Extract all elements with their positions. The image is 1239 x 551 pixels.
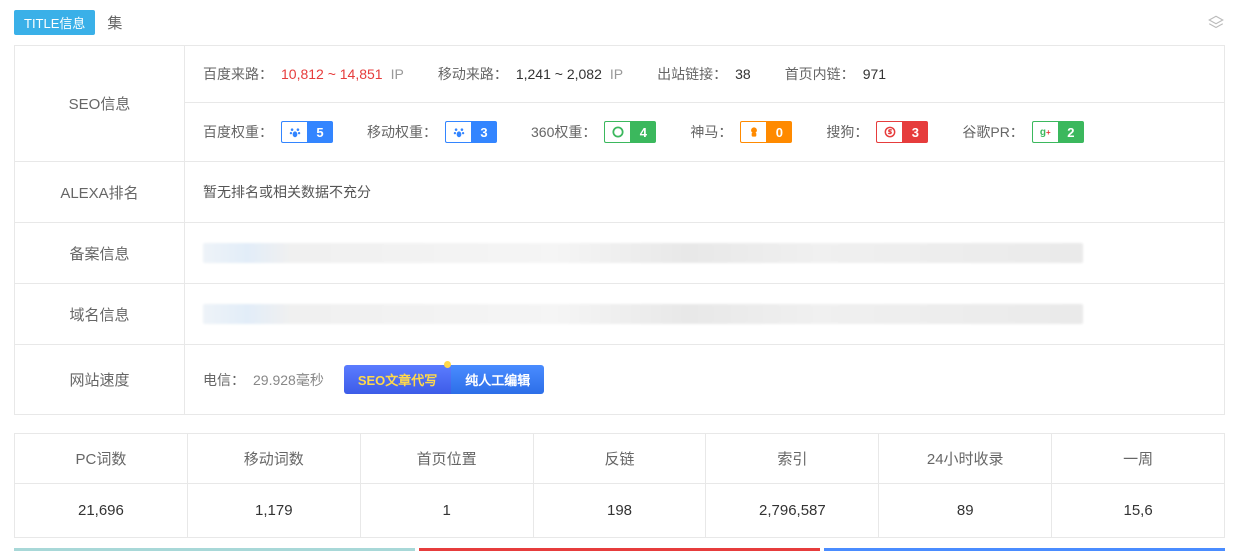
filing-row: 备案信息 [14,223,1225,284]
mobile-source: 移动来路： 1,241 ~ 2,082 IP [438,64,623,84]
google-icon: g+ [1032,121,1058,143]
stats-value: 89 [879,484,1051,537]
alexa-label: ALEXA排名 [15,162,185,222]
domain-redacted [203,304,1083,324]
stats-col[interactable]: 一周15,6 [1052,433,1225,538]
title-suffix: 集 [107,12,122,33]
seo-traffic-row: 百度来路： 10,812 ~ 14,851 IP 移动来路： 1,241 ~ 2… [185,46,1224,103]
speed-value: 电信： 29.928毫秒 [203,370,324,390]
seo-promo-banner[interactable]: SEO文章代写 纯人工编辑 [344,365,544,394]
shenma-rank-badge[interactable]: 0 [740,121,792,143]
stats-head: 一周 [1052,434,1224,484]
360-rank-badge[interactable]: 4 [604,121,656,143]
info-table: SEO信息 百度来路： 10,812 ~ 14,851 IP 移动来路： 1,2… [14,45,1225,415]
stats-head: 首页位置 [361,434,533,484]
google-pr: 谷歌PR： g+ 2 [962,121,1083,143]
speed-row: 网站速度 电信： 29.928毫秒 SEO文章代写 纯人工编辑 [14,345,1225,415]
sogou-icon [876,121,902,143]
title-bar: TITLE信息 集 [0,0,1239,45]
domain-label: 域名信息 [15,284,185,344]
seo-weight-row: 百度权重： 5 移动权重： 3 360权重： [185,103,1224,161]
banner-dot-icon [444,361,451,368]
mobile-paw-icon [445,121,471,143]
stats-value: 1,179 [188,484,360,537]
stats-head: 24小时收录 [879,434,1051,484]
mobile-weight: 移动权重： 3 [367,121,497,143]
filing-label: 备案信息 [15,223,185,283]
stats-value: 15,6 [1052,484,1224,537]
stats-head: 移动词数 [188,434,360,484]
stats-col[interactable]: 24小时收录89 [879,433,1052,538]
360-icon [604,121,630,143]
shenma-icon [740,121,766,143]
stats-value: 1 [361,484,533,537]
seo-label: SEO信息 [15,46,185,161]
outbound-links: 出站链接： 38 [657,64,751,84]
stats-table: PC词数21,696移动词数1,179首页位置1反链198索引2,796,587… [14,433,1225,538]
stats-col[interactable]: PC词数21,696 [14,433,188,538]
layers-icon [1207,14,1225,32]
title-badge: TITLE信息 [14,10,95,35]
stats-value: 21,696 [15,484,187,537]
stats-col[interactable]: 索引2,796,587 [706,433,879,538]
mobile-rank-badge[interactable]: 3 [445,121,497,143]
speed-label: 网站速度 [15,345,185,414]
stats-head: 反链 [534,434,706,484]
baidu-weight: 百度权重： 5 [203,121,333,143]
domain-row: 域名信息 [14,284,1225,345]
stats-value: 2,796,587 [706,484,878,537]
stats-col[interactable]: 反链198 [534,433,707,538]
alexa-row: ALEXA排名 暂无排名或相关数据不充分 [14,162,1225,223]
filing-redacted [203,243,1083,263]
inbound-links: 首页内链： 971 [785,64,886,84]
stats-head: PC词数 [15,434,187,484]
stats-col[interactable]: 移动词数1,179 [188,433,361,538]
baidu-paw-icon [281,121,307,143]
stats-head: 索引 [706,434,878,484]
baidu-source: 百度来路： 10,812 ~ 14,851 IP [203,64,404,84]
sogou-rank-badge[interactable]: 3 [876,121,928,143]
alexa-value: 暂无排名或相关数据不充分 [203,182,371,202]
baidu-rank-badge[interactable]: 5 [281,121,333,143]
sogou-weight: 搜狗： 3 [826,121,928,143]
layers-button[interactable] [1207,14,1225,32]
google-rank-badge[interactable]: g+ 2 [1032,121,1084,143]
shenma-weight: 神马： 0 [690,121,792,143]
seo-row: SEO信息 百度来路： 10,812 ~ 14,851 IP 移动来路： 1,2… [14,45,1225,162]
stats-col[interactable]: 首页位置1 [361,433,534,538]
360-weight: 360权重： 4 [531,121,656,143]
stats-value: 198 [534,484,706,537]
